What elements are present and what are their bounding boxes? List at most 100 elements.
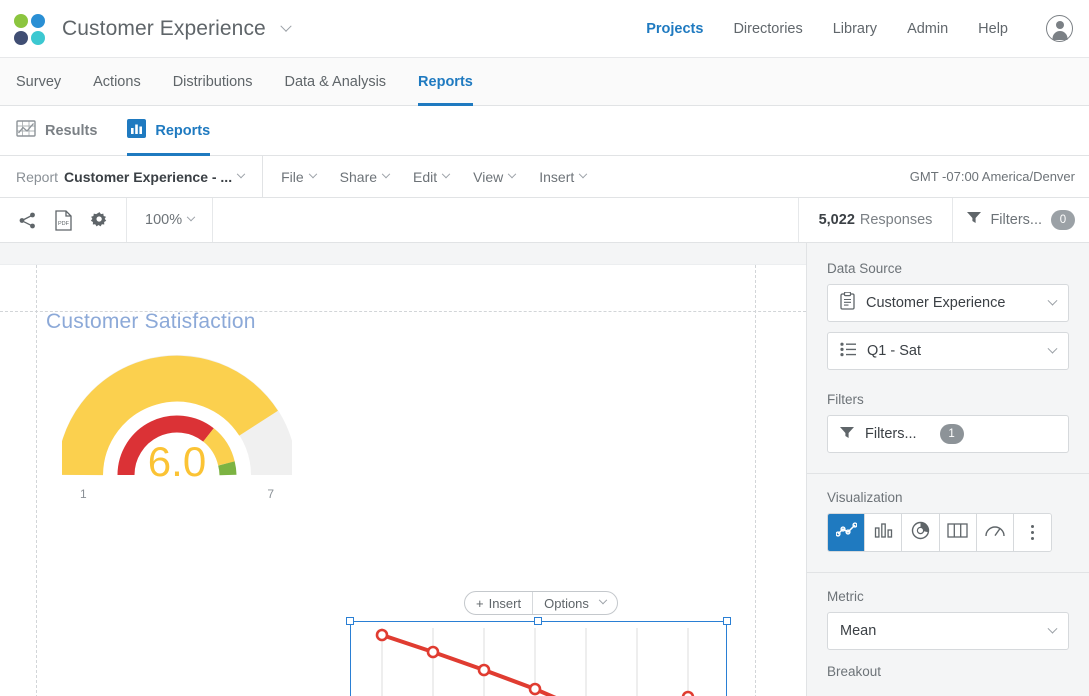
plus-icon: + xyxy=(476,595,484,611)
chevron-down-icon xyxy=(1047,623,1058,634)
menu-items: File Share Edit View Insert xyxy=(281,168,588,185)
chevron-down-icon xyxy=(186,212,196,222)
global-nav: Projects Directories Library Admin Help xyxy=(646,15,1073,42)
line-chart-icon xyxy=(834,522,858,543)
metric-value: Mean xyxy=(840,623,877,639)
page-title[interactable]: Customer Satisfaction xyxy=(46,310,256,334)
responses-counter: 5,022 Responses xyxy=(799,198,954,242)
gear-icon[interactable] xyxy=(88,209,110,231)
filters-select[interactable]: Filters... 1 xyxy=(827,415,1069,453)
project-tabs: Survey Actions Distributions Data & Anal… xyxy=(0,58,1089,106)
resize-handle-top-center[interactable] xyxy=(534,617,542,625)
chevron-down-icon xyxy=(579,169,588,178)
divider xyxy=(262,155,264,198)
menu-share[interactable]: Share xyxy=(339,168,391,185)
filters-label: Filters xyxy=(827,392,864,407)
tab-survey[interactable]: Survey xyxy=(16,58,61,106)
data-source-label: Data Source xyxy=(827,261,903,276)
insert-button[interactable]: + Insert xyxy=(465,592,532,614)
toolbar-icon-group: PDF xyxy=(0,198,127,242)
gauge-scale: 1 7 xyxy=(62,487,292,501)
brand-title[interactable]: Customer Experience xyxy=(62,16,292,41)
menu-insert[interactable]: Insert xyxy=(539,169,588,185)
report-menu-bar: Report Customer Experience - ... File Sh… xyxy=(0,155,1089,198)
menu-file-label: File xyxy=(281,168,304,185)
gauge-max-label: 7 xyxy=(267,487,274,501)
zoom-level-value: 100% xyxy=(145,212,183,228)
report-name-value: Customer Experience - ... xyxy=(64,168,233,185)
breakout-label: Breakout xyxy=(827,664,882,679)
tab-reports[interactable]: Reports xyxy=(418,58,473,106)
report-label: Report xyxy=(16,168,59,185)
subtab-results-label: Results xyxy=(45,122,98,139)
subtab-reports-label: Reports xyxy=(155,122,211,139)
report-page[interactable]: Customer Satisfaction 6.0 1 7 + Insert O… xyxy=(0,265,806,696)
menu-file[interactable]: File xyxy=(281,168,317,185)
menu-edit[interactable]: Edit xyxy=(413,169,451,185)
chevron-down-icon xyxy=(308,169,317,178)
question-select[interactable]: Q1 - Sat xyxy=(827,332,1069,370)
chevron-down-icon[interactable] xyxy=(280,20,292,32)
viz-more-button[interactable] xyxy=(1013,514,1051,551)
app-root: Customer Experience Projects Directories… xyxy=(0,0,1089,696)
options-button[interactable]: Options xyxy=(533,592,617,614)
tab-distributions[interactable]: Distributions xyxy=(173,58,253,106)
chevron-down-icon xyxy=(598,595,608,605)
report-name-selector[interactable]: Report Customer Experience - ... xyxy=(16,168,246,185)
clipboard-icon xyxy=(840,291,855,314)
viz-gauge-button[interactable] xyxy=(976,514,1014,551)
toolbar-filters-button[interactable]: Filters... 0 xyxy=(953,198,1089,242)
viz-bar-chart-button[interactable] xyxy=(865,514,903,551)
tab-actions[interactable]: Actions xyxy=(93,58,141,106)
resize-handle-top-right[interactable] xyxy=(723,617,731,625)
results-icon xyxy=(16,119,36,142)
metric-select[interactable]: Mean xyxy=(827,612,1069,650)
menu-view[interactable]: View xyxy=(473,169,517,185)
chevron-down-icon xyxy=(1047,343,1058,354)
viz-donut-chart-button[interactable] xyxy=(902,514,940,551)
chevron-down-icon[interactable] xyxy=(236,169,246,178)
resize-handle-top-left[interactable] xyxy=(346,617,354,625)
metric-label: Metric xyxy=(827,589,864,604)
nav-item-library[interactable]: Library xyxy=(833,21,877,37)
funnel-icon xyxy=(967,211,982,229)
pdf-icon[interactable]: PDF xyxy=(52,209,74,231)
guide-line-left xyxy=(36,265,37,696)
question-value: Q1 - Sat xyxy=(867,343,921,359)
nav-item-projects[interactable]: Projects xyxy=(646,21,703,37)
gauge-chart[interactable]: 6.0 xyxy=(57,350,297,485)
toolbar-spacer xyxy=(213,198,799,242)
panel-divider xyxy=(807,572,1089,573)
share-icon[interactable] xyxy=(16,209,38,231)
data-source-value: Customer Experience xyxy=(866,295,1006,311)
report-toolbar: PDF 100% 5,022 Responses Filters... 0 xyxy=(0,198,1089,243)
filters-count-badge: 1 xyxy=(939,424,964,444)
user-avatar-icon[interactable] xyxy=(1046,15,1073,42)
line-chart-svg: Aug2016 Sep2016 Oct2016 Nov2016 Dec2016 … xyxy=(375,628,695,696)
main-area: Customer Satisfaction 6.0 1 7 + Insert O… xyxy=(0,243,1089,696)
brand-title-text: Customer Experience xyxy=(62,16,266,40)
zoom-level-selector[interactable]: 100% xyxy=(127,198,214,242)
subtab-reports[interactable]: Reports xyxy=(127,106,210,156)
more-vertical-icon xyxy=(1030,525,1034,540)
responses-label: Responses xyxy=(859,212,933,228)
chevron-down-icon xyxy=(507,169,517,178)
nav-item-admin[interactable]: Admin xyxy=(907,21,948,37)
data-source-select[interactable]: Customer Experience xyxy=(827,284,1069,322)
table-columns-icon xyxy=(947,522,968,543)
widget-insert-toolbar: + Insert Options xyxy=(464,591,618,615)
menu-share-label: Share xyxy=(339,168,378,185)
timezone-label: GMT -07:00 America/Denver xyxy=(909,169,1075,184)
viz-table-button[interactable] xyxy=(939,514,977,551)
line-chart-widget[interactable]: Aug2016 Sep2016 Oct2016 Nov2016 Dec2016 … xyxy=(346,617,731,696)
viz-line-chart-button[interactable] xyxy=(828,514,866,551)
visualization-type-group xyxy=(827,513,1052,552)
subtab-results[interactable]: Results xyxy=(16,106,97,156)
report-canvas-scroll[interactable]: Customer Satisfaction 6.0 1 7 + Insert O… xyxy=(0,243,806,696)
gauge-min-label: 1 xyxy=(80,487,87,501)
nav-item-directories[interactable]: Directories xyxy=(733,21,802,37)
list-icon xyxy=(840,342,856,361)
toolbar-filters-count: 0 xyxy=(1051,210,1075,230)
nav-item-help[interactable]: Help xyxy=(978,21,1008,37)
tab-data-analysis[interactable]: Data & Analysis xyxy=(284,58,386,106)
